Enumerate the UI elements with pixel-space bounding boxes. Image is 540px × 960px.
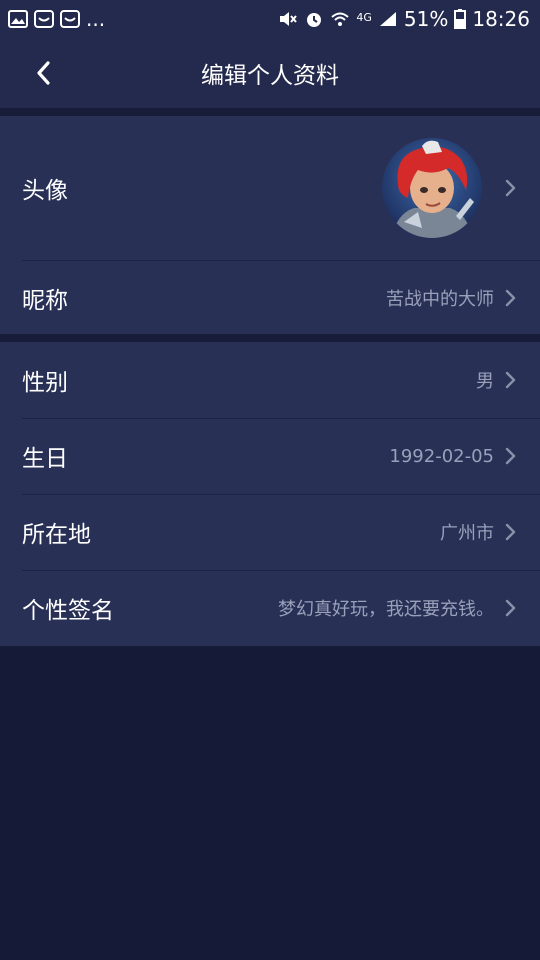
- chevron-right-icon: [505, 179, 516, 197]
- nickname-row[interactable]: 昵称 苦战中的大师: [0, 260, 540, 336]
- birthday-value: 1992-02-05: [389, 445, 494, 467]
- avatar-label: 头像: [22, 178, 68, 204]
- app-notification-icon: [34, 10, 54, 28]
- location-label: 所在地: [22, 522, 91, 548]
- signal-icon: [379, 12, 396, 26]
- chevron-right-icon: [505, 371, 516, 389]
- gallery-notification-icon: [8, 10, 28, 28]
- signature-value: 梦幻真好玩，我还要充钱。: [278, 599, 494, 620]
- signature-row[interactable]: 个性签名 梦幻真好玩，我还要充钱。: [0, 570, 540, 646]
- chevron-right-icon: [505, 289, 516, 307]
- clock: 18:26: [472, 7, 530, 31]
- signature-label: 个性签名: [22, 598, 114, 624]
- more-notifications-indicator: ...: [86, 7, 106, 31]
- location-row[interactable]: 所在地 广州市: [0, 494, 540, 570]
- profile-section: 头像 昵称 苦战中的大师: [0, 116, 540, 334]
- avatar-row[interactable]: 头像: [0, 116, 540, 260]
- header-divider: [0, 108, 540, 116]
- avatar-image: [382, 138, 482, 238]
- chevron-right-icon: [505, 447, 516, 465]
- chevron-right-icon: [505, 599, 516, 617]
- app-notification-icon-2: [60, 10, 80, 28]
- gender-value: 男: [476, 371, 494, 392]
- chevron-right-icon: [505, 523, 516, 541]
- gender-row[interactable]: 性别 男: [0, 342, 540, 418]
- avatar[interactable]: [382, 138, 482, 238]
- section-divider: [0, 334, 540, 342]
- app-header: 编辑个人资料: [0, 38, 540, 108]
- battery-icon: [454, 9, 467, 29]
- status-bar-left: ...: [8, 7, 105, 31]
- nickname-value: 苦战中的大师: [386, 289, 494, 310]
- network-type-label: 4G: [356, 11, 372, 24]
- alarm-icon: [307, 13, 322, 27]
- wifi-icon: [331, 12, 350, 26]
- birthday-row[interactable]: 生日 1992-02-05: [0, 418, 540, 494]
- status-bar-right: 4G 51% 18:26: [278, 7, 530, 31]
- battery-percent: 51%: [403, 7, 449, 31]
- status-bar: ... 4G 51% 18:26: [0, 0, 540, 38]
- page-title: 编辑个人资料: [201, 63, 339, 89]
- details-section: 性别 男 生日 1992-02-05 所在地 广州市 个性签名 梦幻真好玩，我还…: [0, 342, 540, 646]
- location-value: 广州市: [440, 523, 494, 544]
- mute-icon: [280, 12, 298, 26]
- chevron-left-icon: [37, 61, 50, 85]
- nickname-label: 昵称: [22, 288, 68, 314]
- birthday-label: 生日: [22, 446, 68, 472]
- gender-label: 性别: [22, 370, 68, 396]
- back-button[interactable]: [22, 52, 64, 94]
